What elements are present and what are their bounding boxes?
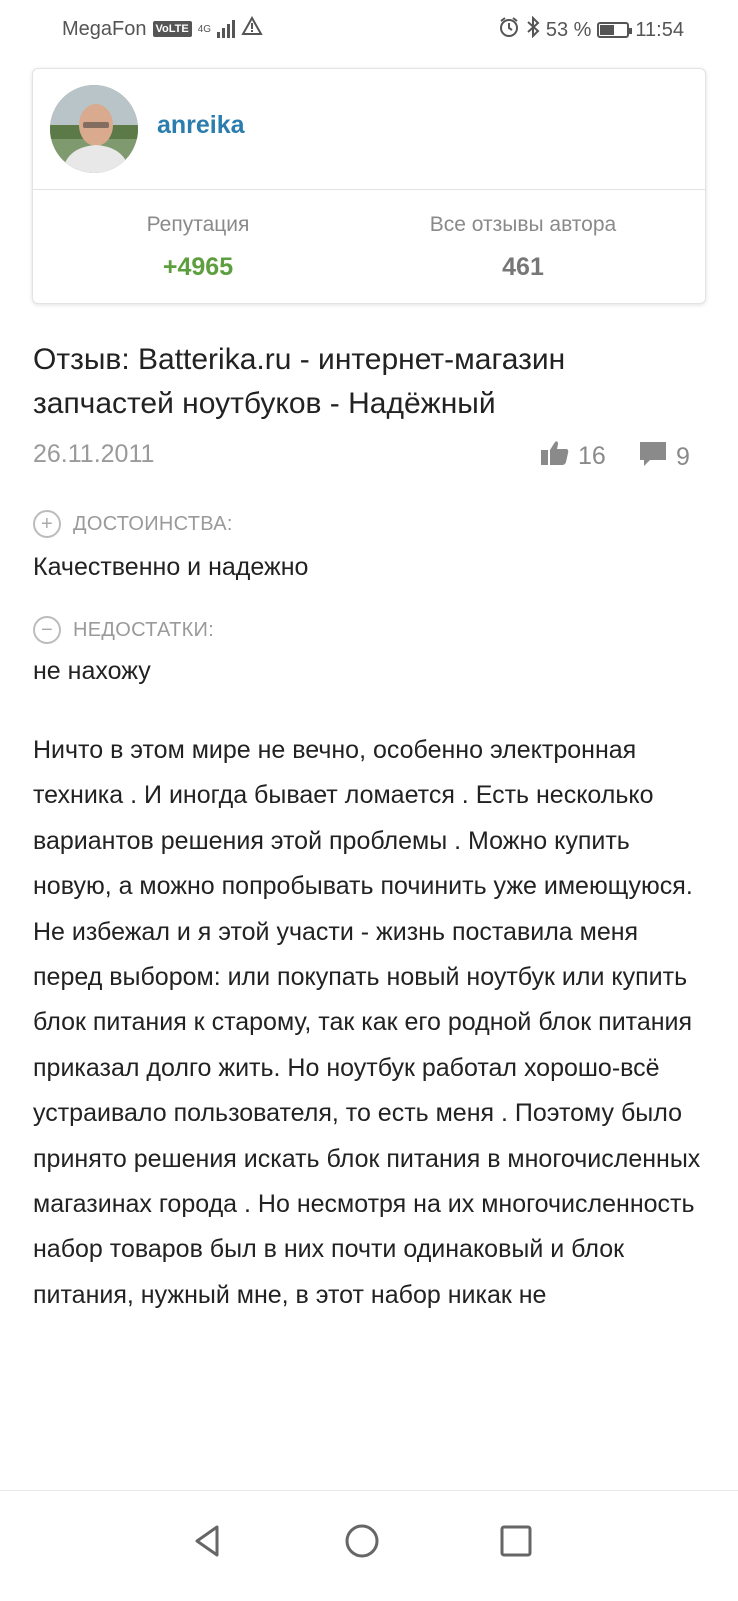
status-left: MegaFon VoLTE 4G (62, 15, 263, 42)
review-title: Отзыв: Batterika.ru - интернет-магазин з… (33, 343, 566, 420)
alarm-icon (498, 16, 520, 44)
pros-label: ДОСТОИНСТВА: (73, 512, 233, 535)
all-reviews-count[interactable]: 461 (373, 253, 673, 282)
thumbs-up-icon (540, 440, 570, 473)
carrier-name: MegaFon (62, 17, 147, 40)
review-date: 26.11.2011 (33, 440, 155, 468)
home-button[interactable] (332, 1511, 392, 1571)
back-triangle-icon (195, 1525, 219, 1557)
review-body: Ничто в этом мире не вечно, особенно эле… (33, 736, 701, 1309)
avatar[interactable] (50, 85, 138, 173)
cons-label: НЕДОСТАТКИ: (73, 618, 215, 641)
comment-icon (638, 440, 668, 475)
clock: 11:54 (635, 18, 684, 41)
author-card: anreika Репутация +4965 Все отзывы автор… (32, 68, 706, 304)
pros-text: Качественно и надежно (33, 553, 309, 581)
volte-badge: VoLTE (152, 21, 192, 37)
system-nav-bar (0, 1490, 738, 1601)
reputation-label: Репутация (146, 213, 250, 236)
warning-icon (241, 15, 263, 42)
back-button[interactable] (178, 1511, 238, 1571)
recents-square-icon (500, 1525, 532, 1557)
all-reviews-label[interactable]: Все отзывы автора (373, 213, 673, 237)
card-divider (33, 189, 705, 190)
battery-percent: 53 % (545, 18, 592, 41)
comments-button[interactable]: 9 (638, 440, 690, 475)
pros-header: + ДОСТОИНСТВА: (33, 510, 233, 538)
battery-icon (597, 22, 633, 38)
all-reviews-stat[interactable]: Все отзывы автора 461 (373, 213, 673, 282)
author-username[interactable]: anreika (157, 111, 245, 140)
bluetooth-icon (526, 15, 540, 44)
status-bar: MegaFon VoLTE 4G 53 % 11:54 (0, 0, 738, 56)
cons-text: не нахожу (33, 657, 151, 685)
likes-count: 16 (578, 442, 606, 470)
like-button[interactable]: 16 (540, 440, 606, 473)
minus-circle-icon: − (33, 616, 61, 644)
network-type: 4G (197, 23, 212, 35)
recents-button[interactable] (486, 1511, 546, 1571)
cons-header: − НЕДОСТАТКИ: (33, 616, 214, 644)
home-circle-icon (345, 1524, 379, 1558)
signal-icon (217, 20, 236, 38)
reputation-stat: Репутация +4965 (48, 213, 348, 282)
plus-circle-icon: + (33, 510, 61, 538)
comments-count: 9 (676, 443, 690, 471)
reputation-value: +4965 (162, 253, 234, 281)
status-right: 53 % 11:54 (498, 15, 684, 44)
